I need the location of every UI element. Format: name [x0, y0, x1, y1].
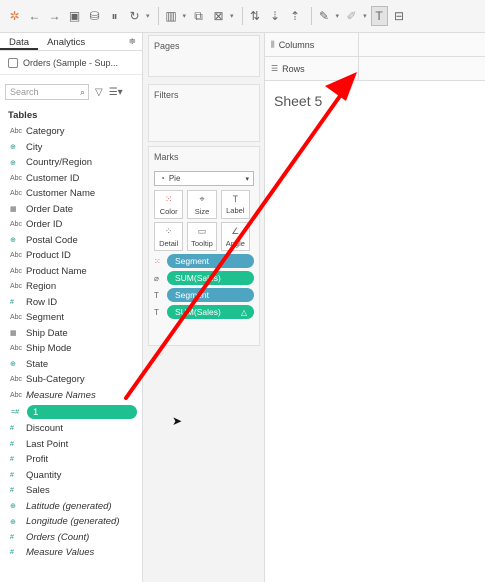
annotation-arrow: [124, 72, 357, 400]
arrow-head: [325, 72, 357, 101]
mouse-cursor-icon: ➤: [172, 414, 183, 428]
arrow-shaft: [124, 94, 342, 400]
